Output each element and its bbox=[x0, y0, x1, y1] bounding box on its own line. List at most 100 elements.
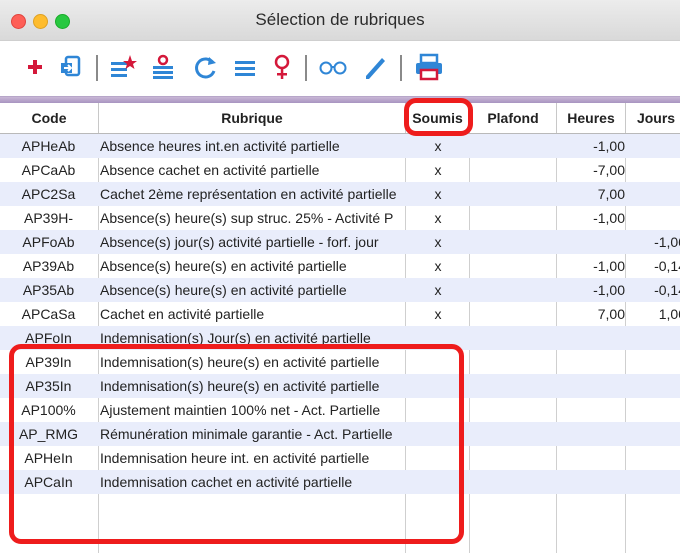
cell-heures: -1,00 bbox=[593, 258, 625, 274]
printer-icon[interactable] bbox=[412, 51, 446, 83]
cell-plafond bbox=[470, 326, 556, 350]
add-icon[interactable] bbox=[24, 51, 46, 83]
cell-soumis: x bbox=[434, 138, 442, 154]
cell-plafond bbox=[470, 230, 556, 254]
toolbar-divider-band bbox=[0, 96, 680, 103]
table-row[interactable]: APFoAb Absence(s) jour(s) activité partie… bbox=[0, 230, 680, 254]
cell-soumis: x bbox=[434, 258, 442, 274]
cell-plafond bbox=[470, 182, 556, 206]
window-title: Sélection de rubriques bbox=[255, 10, 425, 29]
toolbar-separator bbox=[400, 55, 402, 81]
table-row[interactable]: APHeAb Absence heures int.en activité par… bbox=[0, 134, 680, 158]
cell-jours: -1,00 bbox=[654, 234, 680, 250]
cell-code: APCaAb bbox=[21, 162, 76, 178]
table-row[interactable]: APC2Sa Cachet 2ème représentation en acti… bbox=[0, 182, 680, 206]
toolbar-separator bbox=[96, 55, 98, 81]
table-row[interactable]: AP35Ab Absence(s) heure(s) en activité pa… bbox=[0, 278, 680, 302]
table-header: Code Rubrique Soumis Plafond Heures Jour… bbox=[0, 103, 680, 134]
column-header-jours[interactable]: Jours bbox=[626, 103, 680, 133]
cell-code: APC2Sa bbox=[21, 186, 76, 202]
cell-heures bbox=[557, 446, 625, 470]
cell-heures: -1,00 bbox=[593, 210, 625, 226]
title-bar: Sélection de rubriques bbox=[0, 0, 680, 41]
column-header-plafond[interactable]: Plafond bbox=[470, 103, 557, 133]
cell-jours bbox=[626, 326, 680, 350]
cell-code: APCaSa bbox=[21, 306, 76, 322]
cell-heures bbox=[557, 326, 625, 350]
cell-jours bbox=[626, 158, 680, 182]
table-row[interactable]: APCaAb Absence cachet en activité partiel… bbox=[0, 158, 680, 182]
cell-soumis: x bbox=[434, 210, 442, 226]
cell-plafond bbox=[470, 254, 556, 278]
column-header-heures[interactable]: Heures bbox=[557, 103, 626, 133]
cell-rubrique: Absence cachet en activité partielle bbox=[100, 162, 320, 178]
cell-code: AP35Ab bbox=[22, 282, 75, 298]
cell-jours bbox=[626, 470, 680, 494]
cell-plafond bbox=[470, 470, 556, 494]
cell-jours bbox=[626, 350, 680, 374]
female-icon[interactable] bbox=[270, 51, 294, 83]
pen-icon[interactable] bbox=[360, 51, 390, 83]
cell-plafond bbox=[470, 350, 556, 374]
equals-icon[interactable] bbox=[230, 51, 260, 83]
cell-soumis: x bbox=[434, 306, 442, 322]
cell-plafond bbox=[470, 446, 556, 470]
cell-heures bbox=[557, 350, 625, 374]
cell-code: AP39Ab bbox=[22, 258, 75, 274]
table-row[interactable]: AP39Ab Absence(s) heure(s) en activité pa… bbox=[0, 254, 680, 278]
cell-jours: -0,14 bbox=[654, 258, 680, 274]
cell-heures bbox=[557, 470, 625, 494]
cell-rubrique: Cachet en activité partielle bbox=[100, 306, 265, 322]
toolbar-separator bbox=[305, 55, 307, 81]
cell-plafond bbox=[470, 302, 556, 326]
rows-highlight-box bbox=[9, 344, 464, 544]
list-star-icon[interactable] bbox=[108, 51, 138, 83]
cell-soumis: x bbox=[434, 234, 442, 250]
table-row[interactable]: AP39H- Absence(s) heure(s) sup struc. 25%… bbox=[0, 206, 680, 230]
cell-rubrique: Absence heures int.en activité partielle bbox=[100, 138, 340, 154]
soumis-highlight-box bbox=[404, 98, 473, 136]
cell-rubrique: Absence(s) jour(s) activité partielle - … bbox=[100, 234, 379, 250]
cell-rubrique: Absence(s) heure(s) en activité partiell… bbox=[100, 258, 347, 274]
table-row[interactable]: APCaSa Cachet en activité partielle x 7,00 1… bbox=[0, 302, 680, 326]
cell-code: APFoAb bbox=[22, 234, 75, 250]
cell-heures bbox=[557, 374, 625, 398]
cell-jours bbox=[626, 398, 680, 422]
cell-soumis: x bbox=[434, 282, 442, 298]
cell-soumis: x bbox=[434, 162, 442, 178]
cell-rubrique: Cachet 2ème représentation en activité p… bbox=[100, 186, 397, 202]
cell-rubrique: Absence(s) heure(s) sup struc. 25% - Act… bbox=[100, 210, 394, 226]
cell-jours bbox=[626, 422, 680, 446]
cell-plafond bbox=[470, 134, 556, 158]
cell-code: APHeAb bbox=[21, 138, 76, 154]
column-header-rubrique[interactable]: Rubrique bbox=[99, 103, 406, 133]
cell-soumis: x bbox=[434, 186, 442, 202]
cell-heures: 7,00 bbox=[597, 186, 625, 202]
cell-plafond bbox=[470, 422, 556, 446]
cell-jours bbox=[626, 206, 680, 230]
cell-heures: 7,00 bbox=[597, 306, 625, 322]
cell-heures: -1,00 bbox=[593, 282, 625, 298]
person-list-icon[interactable] bbox=[148, 51, 178, 83]
cell-heures: -1,00 bbox=[593, 138, 625, 154]
cell-jours bbox=[626, 182, 680, 206]
cell-heures: -7,00 bbox=[593, 162, 625, 178]
cell-jours bbox=[626, 374, 680, 398]
import-icon[interactable] bbox=[56, 51, 84, 83]
cell-plafond bbox=[470, 158, 556, 182]
cell-heures bbox=[557, 398, 625, 422]
glasses-icon[interactable] bbox=[316, 51, 350, 83]
cell-rubrique: Absence(s) heure(s) en activité partiell… bbox=[100, 282, 347, 298]
cell-plafond bbox=[470, 278, 556, 302]
cell-heures bbox=[557, 230, 625, 254]
cell-jours bbox=[626, 134, 680, 158]
cell-jours: 1,00 bbox=[658, 306, 680, 322]
cell-heures bbox=[557, 422, 625, 446]
cell-plafond bbox=[470, 206, 556, 230]
toolbar bbox=[0, 41, 680, 94]
column-header-code[interactable]: Code bbox=[0, 103, 99, 133]
cell-plafond bbox=[470, 374, 556, 398]
cell-plafond bbox=[470, 398, 556, 422]
cell-code: AP39H- bbox=[23, 210, 74, 226]
refresh-icon[interactable] bbox=[190, 51, 220, 83]
